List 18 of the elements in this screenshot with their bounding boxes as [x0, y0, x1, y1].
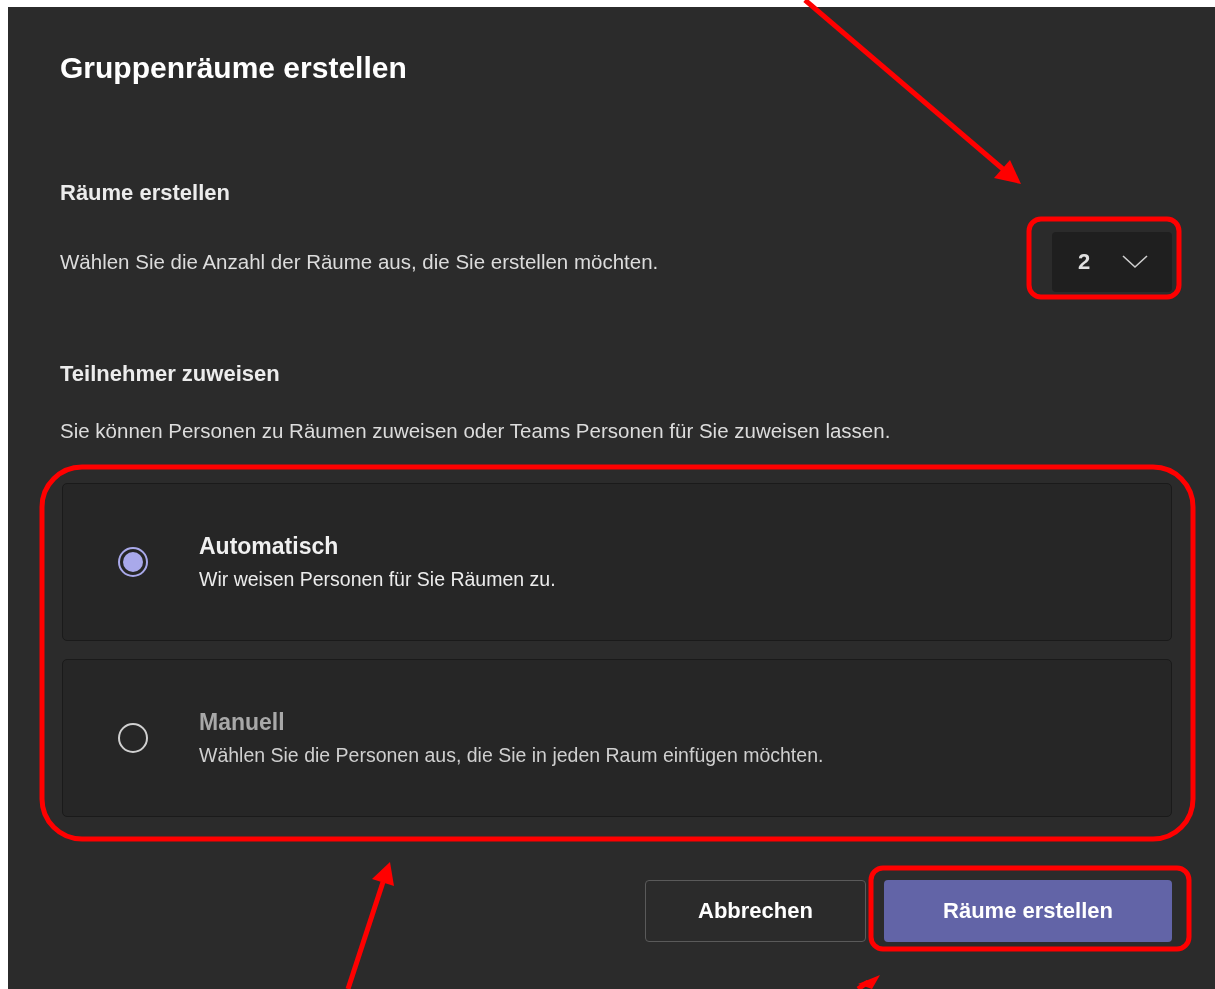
- option-description: Wir weisen Personen für Sie Räumen zu.: [199, 567, 556, 592]
- radio-button[interactable]: [118, 547, 148, 577]
- create-rooms-button[interactable]: Räume erstellen: [884, 880, 1172, 942]
- option-description: Wählen Sie die Personen aus, die Sie in jeden Raum einfügen möchten.: [199, 743, 824, 768]
- option-title: Automatisch: [199, 532, 340, 561]
- cancel-button[interactable]: Abbrechen: [645, 880, 866, 942]
- chevron-down-icon: [1122, 255, 1148, 269]
- section-heading: Teilnehmer zuweisen: [60, 360, 281, 388]
- annotation-arrow: [856, 975, 880, 989]
- section-heading: Räume erstellen: [60, 179, 231, 207]
- radio-button[interactable]: [118, 723, 148, 753]
- option-card[interactable]: Manuell Wählen Sie die Personen aus, die Sie in jeden Raum einfügen möchten.: [62, 659, 1172, 817]
- section-description: Wählen Sie die Anzahl der Räume aus, die Sie erstellen möchten.: [60, 249, 659, 275]
- option-title: Manuell: [199, 708, 286, 737]
- option-card[interactable]: Automatisch Wir weisen Personen für Sie Räumen zu.: [62, 483, 1172, 641]
- dialog-title: Gruppenräume erstellen: [60, 50, 408, 86]
- room-count-dropdown[interactable]: 2: [1052, 232, 1172, 292]
- section-description: Sie können Personen zu Räumen zuweisen oder Teams Personen für Sie zuweisen lassen.: [60, 418, 892, 444]
